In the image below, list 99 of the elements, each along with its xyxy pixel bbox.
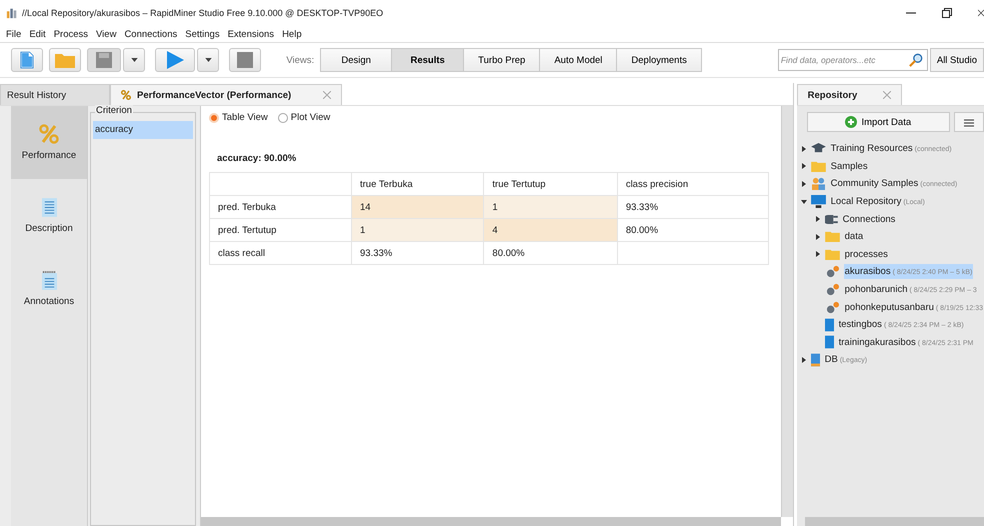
expander-icon[interactable] [800, 146, 807, 152]
monitor-icon [810, 195, 826, 208]
tab-label: Result History [7, 90, 66, 100]
gears-icon [824, 300, 840, 314]
folder-icon [55, 52, 75, 68]
view-radio[interactable]: Plot View [278, 112, 330, 123]
table-cell: 1 [352, 218, 484, 242]
column-header: true Terbuka [352, 172, 484, 196]
table-cell: 93.33% [352, 242, 484, 264]
search-field[interactable]: Find data, operators...etc [778, 49, 928, 71]
gears-icon [824, 265, 840, 278]
run-dropdown[interactable] [197, 48, 219, 72]
close-icon[interactable] [978, 8, 984, 18]
import-data-button[interactable]: Import Data [806, 112, 950, 132]
menu-item[interactable]: Help [282, 28, 302, 40]
row-header: class recall [210, 242, 352, 264]
data-table-icon [824, 335, 834, 350]
panel-tab[interactable]: Repository [796, 84, 902, 105]
caret-icon [204, 58, 212, 62]
row-header: pred. Terbuka [210, 196, 352, 218]
menu-item[interactable]: Extensions [228, 28, 274, 40]
expander-icon[interactable] [800, 198, 807, 205]
side-nav-label: Annotations [24, 296, 74, 306]
table-cell: 4 [484, 218, 618, 242]
expander-icon[interactable] [800, 356, 807, 363]
tab-label: Repository [808, 90, 858, 100]
table-cell: 93.33% [617, 196, 768, 218]
folder-icon [824, 231, 840, 242]
side-nav-item[interactable]: Annotations [11, 252, 87, 325]
caret-icon [130, 58, 138, 62]
tree-item[interactable]: data [844, 229, 864, 244]
view-tab[interactable]: Turbo Prep [464, 48, 540, 72]
expander-icon[interactable] [814, 234, 821, 240]
side-nav-item[interactable]: Description [11, 179, 87, 252]
side-nav-item[interactable]: Performance [11, 106, 87, 179]
criterion-item[interactable]: accuracy [93, 121, 193, 139]
people-icon [810, 177, 826, 190]
app-logo-icon [6, 7, 18, 19]
data-table-icon [824, 318, 834, 332]
menu-item[interactable]: Settings [185, 28, 220, 40]
document-icon [20, 51, 34, 69]
tree-item[interactable]: Connections [842, 212, 896, 227]
search-icon[interactable] [908, 53, 923, 67]
window-title: //Local Repository/akurasibos – RapidMiner Studio Free 9.10.000 @ DESKTOP-TVP90EO [22, 8, 384, 18]
column-header: true Tertutup [484, 172, 618, 196]
menu-item[interactable]: View [96, 28, 116, 40]
view-tab[interactable]: Design [320, 48, 392, 72]
table-cell: 1 [484, 196, 618, 218]
menu-item[interactable]: Process [54, 28, 88, 40]
plug-icon [824, 214, 838, 224]
column-header: class precision [617, 172, 768, 196]
side-nav-label: Performance [22, 150, 76, 161]
folder-icon [824, 248, 840, 260]
menu-item[interactable]: File [6, 28, 22, 40]
run-button[interactable] [155, 48, 195, 72]
table-cell: 14 [352, 196, 484, 218]
vertical-scrollbar[interactable] [780, 106, 793, 517]
percent-icon [39, 124, 59, 144]
stop-icon [237, 52, 253, 68]
view-tab[interactable]: Auto Model [540, 48, 618, 72]
expander-icon[interactable] [814, 216, 821, 222]
criterion-legend: Criterion [95, 105, 133, 116]
new-button[interactable] [11, 48, 43, 72]
table-cell: 80.00% [617, 218, 768, 242]
expander-icon[interactable] [814, 251, 821, 258]
save-dropdown[interactable] [123, 48, 145, 72]
menu-item[interactable]: Edit [29, 28, 46, 40]
horizontal-scrollbar[interactable] [201, 517, 781, 526]
plus-icon [845, 116, 858, 128]
view-tab[interactable]: Deployments [617, 48, 702, 72]
scope-button[interactable]: All Studio [930, 48, 984, 72]
percent-icon [121, 90, 131, 100]
play-icon [166, 51, 184, 69]
panel-tab[interactable]: PerformanceVector (Performance) [110, 84, 342, 105]
tree-item[interactable]: processes [844, 246, 889, 262]
row-header: pred. Tertutup [210, 218, 352, 242]
menu-button[interactable] [954, 112, 984, 132]
restore-icon[interactable] [942, 8, 952, 18]
horizontal-scrollbar[interactable] [804, 517, 984, 526]
tab-label: PerformanceVector (Performance) [137, 90, 292, 100]
table-cell: 80.00% [484, 242, 618, 264]
graduation-cap-icon [810, 143, 826, 154]
menu-icon [964, 118, 974, 126]
gears-icon [824, 283, 840, 296]
database-icon [810, 352, 820, 367]
folder-icon [810, 160, 826, 172]
accuracy-heading: accuracy: 90.00% [217, 153, 298, 164]
tree-item[interactable]: Samples [830, 158, 869, 174]
expander-icon[interactable] [800, 163, 807, 170]
stop-button[interactable] [229, 48, 261, 72]
view-tab[interactable]: Results [392, 48, 464, 72]
panel-tab[interactable]: Result History [0, 84, 110, 105]
notepad-icon [42, 270, 56, 290]
views-label: Views: [286, 54, 314, 66]
side-nav-label: Description [25, 222, 73, 234]
document-icon [42, 198, 56, 216]
view-radio[interactable]: Table View [209, 112, 268, 123]
menu-item[interactable]: Connections [124, 28, 178, 40]
expander-icon[interactable] [800, 180, 807, 187]
